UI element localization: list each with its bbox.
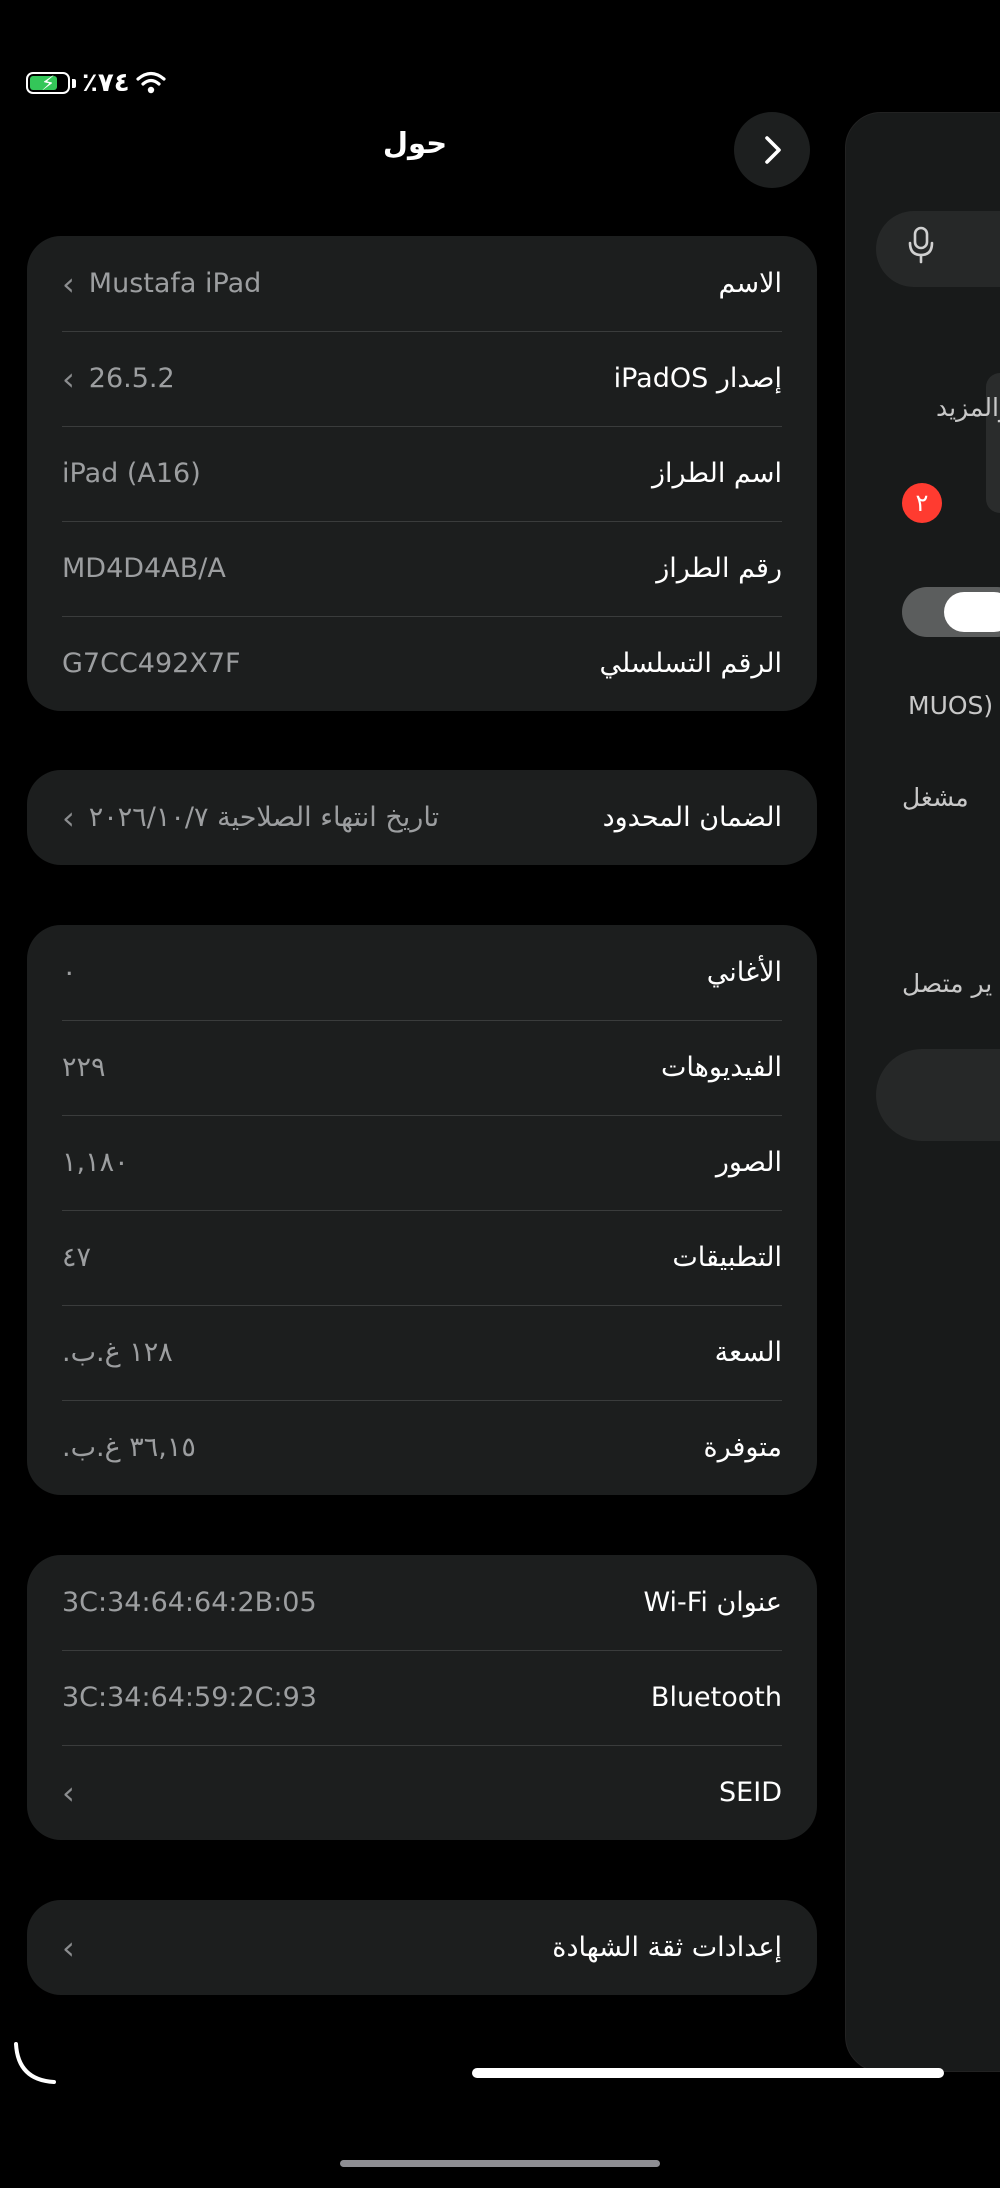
home-indicator[interactable] [472,2068,944,2078]
search-field[interactable] [876,211,1000,287]
battery-cap [72,78,76,88]
row-label: الرقم التسلسلي [599,648,782,679]
content-stats-group: الأغاني ٠ الفيديوهات ٢٢٩ الصور ١,١٨٠ الت… [27,925,817,1495]
wifi-icon [136,71,166,94]
row-songs: الأغاني ٠ [27,925,817,1020]
row-certificate-trust-settings[interactable]: إعدادات ثقة الشهادة ‹ [27,1900,817,1995]
battery-percent: ٪٧٤ [82,68,130,98]
row-label: رقم الطراز [656,553,782,584]
row-limited-warranty[interactable]: الضمان المحدود ‹ تاريخ انتهاء الصلاحية ٢… [27,770,817,865]
row-label: SEID [719,1777,782,1808]
warranty-group: الضمان المحدود ‹ تاريخ انتهاء الصلاحية ٢… [27,770,817,865]
panel-text-more: والمزيد [936,393,1000,422]
row-os-version[interactable]: إصدار iPadOS ‹ 26.5.2 [27,331,817,426]
row-label: اسم الطراز [652,458,782,489]
row-value: G7CC492X7F [62,648,241,679]
row-bluetooth: Bluetooth 3C:34:64:59:2C:93 [27,1650,817,1745]
row-capacity: السعة ١٢٨ غ.ب. [27,1305,817,1400]
network-group: عنوان Wi-Fi 3C:34:64:64:2B:05 Bluetooth … [27,1555,817,1840]
chevron-left-icon: ‹ [62,798,75,837]
row-apps: التطبيقات ٤٧ [27,1210,817,1305]
row-label: الأغاني [706,957,782,988]
row-value: 3C:34:64:64:2B:05 [62,1587,317,1618]
row-label: متوفرة [703,1432,782,1463]
row-value: ٠ [62,957,77,988]
row-model-name: اسم الطراز iPad (A16) [27,426,817,521]
page-title: حول [382,126,448,160]
home-indicator-secondary[interactable] [340,2160,660,2167]
row-name[interactable]: الاسم ‹ Mustafa iPad [27,236,817,331]
row-model-number[interactable]: رقم الطراز MD4D4AB/A [27,521,817,616]
row-value: ٣٦,١٥ غ.ب. [62,1432,196,1463]
row-seid[interactable]: SEID ‹ [27,1745,817,1840]
charging-bolt-icon: ⚡ [40,71,56,95]
row-value: ٢٢٩ [62,1052,106,1083]
certificate-group: إعدادات ثقة الشهادة ‹ [27,1900,817,1995]
row-label: الصور [715,1147,782,1178]
row-value: تاريخ انتهاء الصلاحية ٢٠٢٦/١٠/٧ [88,802,440,833]
microphone-icon[interactable] [906,225,936,265]
row-value: ١٢٨ غ.ب. [62,1337,173,1368]
row-value: iPad (A16) [62,458,201,489]
chevron-left-icon: ‹ [62,1773,75,1812]
row-photos: الصور ١,١٨٠ [27,1115,817,1210]
background-settings-panel: والمزيد ٢ (MUOS مشغل ير متصل [845,112,1000,2072]
row-value: ٤٧ [62,1242,92,1273]
row-label: Bluetooth [650,1682,782,1713]
chevron-left-icon: ‹ [62,264,75,303]
row-value: 26.5.2 [88,363,175,394]
screen-corner-arc [14,2042,56,2084]
chevron-right-icon [765,136,781,164]
row-available: متوفرة ٣٦,١٥ غ.ب. [27,1400,817,1495]
row-wifi-address: عنوان Wi-Fi 3C:34:64:64:2B:05 [27,1555,817,1650]
row-label: إصدار iPadOS [613,363,782,394]
battery-icon: ⚡ [26,71,70,95]
row-label: الضمان المحدود [602,802,782,833]
row-value: 3C:34:64:59:2C:93 [62,1682,317,1713]
back-button[interactable] [734,112,810,188]
row-serial-number: الرقم التسلسلي G7CC492X7F [27,616,817,711]
toggle-switch[interactable] [902,587,1000,637]
panel-pill-button[interactable] [876,1049,1000,1141]
row-videos: الفيديوهات ٢٢٩ [27,1020,817,1115]
row-value: MD4D4AB/A [62,553,226,584]
row-label: عنوان Wi-Fi [643,1587,782,1618]
row-value: ١,١٨٠ [62,1147,129,1178]
row-label: إعدادات ثقة الشهادة [552,1932,782,1963]
notification-badge: ٢ [902,483,942,523]
device-info-group: الاسم ‹ Mustafa iPad إصدار iPadOS ‹ 26.5… [27,236,817,711]
row-label: السعة [714,1337,782,1368]
toggle-knob [944,592,1000,632]
status-bar: ⚡ ٪٧٤ [26,66,166,100]
row-label: الاسم [718,268,783,299]
chevron-left-icon: ‹ [62,359,75,398]
panel-text-muos: (MUOS [908,691,994,720]
row-value: Mustafa iPad [88,268,262,299]
row-label: الفيديوهات [660,1052,782,1083]
row-label: التطبيقات [672,1242,782,1273]
panel-text-not-connected: ير متصل [902,969,993,998]
chevron-left-icon: ‹ [62,1928,75,1967]
panel-text-on: مشغل [902,783,969,812]
